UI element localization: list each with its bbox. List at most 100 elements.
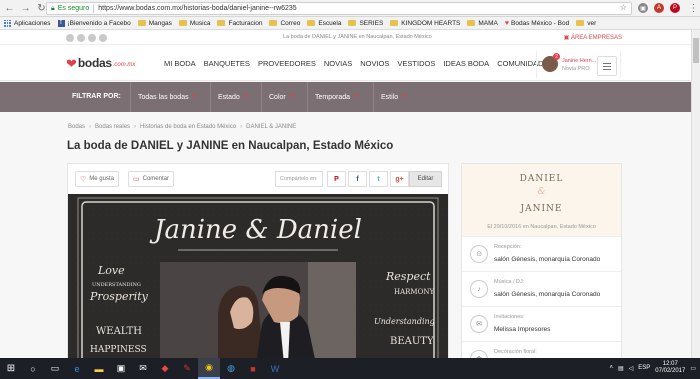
area-empresas-link[interactable]: ▣ ÁREA EMPRESAS (564, 34, 622, 41)
scrollbar-thumb[interactable] (693, 38, 699, 63)
breadcrumb-bodas[interactable]: Bodas (68, 124, 85, 130)
logo-text: bodas (77, 56, 112, 70)
filter-color[interactable]: Color ▼ (261, 82, 306, 112)
svg-text:BEAUTY: BEAUTY (390, 336, 434, 347)
facebook-share-icon[interactable]: f (348, 171, 367, 187)
search-icon[interactable]: ○ (22, 358, 44, 379)
chevron-down-icon: ▼ (288, 94, 295, 100)
info-value[interactable]: salón Génesis, monarquía Coronado (494, 256, 600, 263)
info-label: Música / DJ: (494, 279, 525, 285)
extension-badge-icon[interactable]: A (654, 3, 664, 13)
top-strip: La boda de DANIEL y JANINE en Naucalpan,… (0, 30, 691, 45)
flower-icon: ✿ (470, 350, 488, 358)
info-value[interactable]: salón Génesis, monarquía Coronado (494, 291, 600, 298)
menu-item-ideas-boda[interactable]: IDEAS BODA (443, 59, 489, 68)
bookmark-item[interactable]: MAMA (467, 20, 498, 27)
music-icon: ♪ (470, 280, 488, 298)
url-text[interactable]: https://www.bodas.com.mx/historias-boda/… (98, 5, 296, 12)
folder-icon (137, 20, 146, 26)
app-icon[interactable]: ◆ (154, 358, 176, 379)
bookmark-label: KINGDOM HEARTS (401, 19, 461, 27)
store-icon[interactable]: ▣ (110, 358, 132, 379)
facebook-icon[interactable] (66, 34, 74, 42)
site-logo[interactable]: ❤ bodas .com.mx (66, 56, 135, 70)
notification-icon[interactable]: ▭ (690, 365, 696, 372)
extension-icon[interactable]: ▣ (638, 3, 648, 13)
network-icon[interactable]: ▤ (618, 365, 624, 372)
monogram-ampersand: & (537, 187, 546, 197)
filter-estilo[interactable]: Estilo ▼ (373, 82, 413, 112)
pinterest-share-icon[interactable]: P (327, 171, 346, 187)
bookmark-item[interactable]: f ¡Bienvenido a Facebo (57, 19, 131, 27)
app-icon[interactable]: ■ (242, 358, 264, 379)
bookmark-label: Bodas México - Bod (511, 19, 570, 27)
chrome-menu-icon[interactable]: ⋮ (687, 2, 700, 15)
menu-item-banquetes[interactable]: BANQUETES (204, 59, 250, 68)
comment-button[interactable]: ▭ Comentar (128, 171, 174, 187)
bookmark-star-icon[interactable]: ☆ (620, 3, 627, 12)
menu-item-mi-boda[interactable]: MI BODA (164, 59, 196, 68)
language-indicator[interactable]: ESP (638, 365, 650, 371)
bookmark-item[interactable]: Aplicaciones (0, 19, 51, 27)
windows-start-icon[interactable]: ⊞ (0, 358, 22, 379)
edge-icon[interactable]: e (66, 358, 88, 379)
main-menu: MI BODA BANQUETES PROVEEDORES NOVIAS NOV… (164, 59, 551, 68)
chrome-icon[interactable]: ◉ (198, 358, 220, 379)
twitter-icon[interactable] (77, 34, 85, 42)
breadcrumb-historias[interactable]: Historias de boda en Estado México (140, 124, 236, 130)
breadcrumb: Bodas › Bodas reales › Historias de boda e… (68, 124, 297, 130)
filter-estado[interactable]: Estado ▼ (210, 82, 260, 112)
menu-item-proveedores[interactable]: PROVEEDORES (258, 59, 316, 68)
bookmark-item[interactable]: KINGDOM HEARTS (390, 20, 460, 27)
svg-text:Respect: Respect (385, 270, 431, 283)
bookmark-item[interactable]: Mangas (137, 20, 172, 27)
breadcrumb-bodas-reales[interactable]: Bodas reales (95, 124, 130, 130)
googleplus-share-icon[interactable]: g+ (390, 171, 409, 187)
bookmark-item[interactable]: ver (576, 20, 596, 27)
mail-icon[interactable]: ✉ (132, 358, 154, 379)
folder-icon (576, 20, 585, 26)
pinterest-icon[interactable] (88, 34, 96, 42)
bookmark-item[interactable]: Facturacion (217, 20, 262, 27)
hamburger-menu-icon[interactable] (597, 56, 617, 76)
clock[interactable]: 12:07 07/02/2017 (655, 361, 685, 375)
bookmark-item[interactable]: ♥ Bodas México - Bod (505, 20, 569, 27)
edit-button[interactable]: Editar (409, 171, 442, 187)
omnibox-divider (93, 4, 95, 13)
folder-icon (269, 20, 278, 26)
comment-icon: ▭ (133, 176, 140, 183)
bookmark-item[interactable]: SERIES (348, 20, 383, 27)
twitter-share-icon[interactable]: t (369, 171, 388, 187)
instagram-icon[interactable] (99, 34, 107, 42)
folder-icon (307, 20, 316, 26)
back-icon[interactable]: ← (3, 2, 16, 15)
bookmark-item[interactable]: Correo (269, 20, 300, 27)
word-icon[interactable]: W (264, 358, 286, 379)
address-bar[interactable]: 🔒︎ Es seguro https://www.bodas.com.mx/hi… (46, 2, 632, 15)
task-view-icon[interactable]: ▭ (44, 358, 66, 379)
pinterest-extension-icon[interactable]: P (670, 3, 680, 13)
map-pin-icon: ⊙ (470, 245, 488, 263)
svg-text:WEALTH: WEALTH (96, 326, 142, 337)
menu-item-novias[interactable]: NOVIAS (324, 59, 352, 68)
bookmark-label: MAMA (478, 19, 498, 27)
filter-temporada[interactable]: Temporada ▼ (307, 82, 365, 112)
wedding-photo[interactable]: Janine & Daniel Love UNDERSTANDING Prosp… (68, 194, 448, 358)
info-value[interactable]: Melissa Impresores (494, 326, 550, 333)
media-player-icon[interactable]: ◍ (220, 358, 242, 379)
page-scrollbar[interactable] (691, 30, 700, 358)
menu-item-vestidos[interactable]: VESTIDOS (397, 59, 435, 68)
bookmark-label: Escuela (318, 19, 342, 27)
secure-label: Es seguro (57, 5, 90, 12)
bookmarks-bar: Aplicaciones f ¡Bienvenido a Facebo Mangas M… (0, 17, 700, 30)
volume-icon[interactable]: ◁ (629, 365, 634, 372)
bookmark-item[interactable]: Escuela (307, 20, 341, 27)
like-button[interactable]: ♡ Me gusta (75, 171, 119, 187)
chevron-up-icon[interactable]: ˄ (609, 365, 613, 371)
filter-todas-las-bodas[interactable]: Todas las bodas ▼ (130, 82, 203, 112)
forward-icon[interactable]: → (19, 2, 32, 15)
pin-app-icon[interactable]: ✎ (176, 358, 198, 379)
bookmark-item[interactable]: Musica (178, 20, 210, 27)
menu-item-novios[interactable]: NOVIOS (360, 59, 389, 68)
file-explorer-icon[interactable]: ▬ (88, 358, 110, 379)
